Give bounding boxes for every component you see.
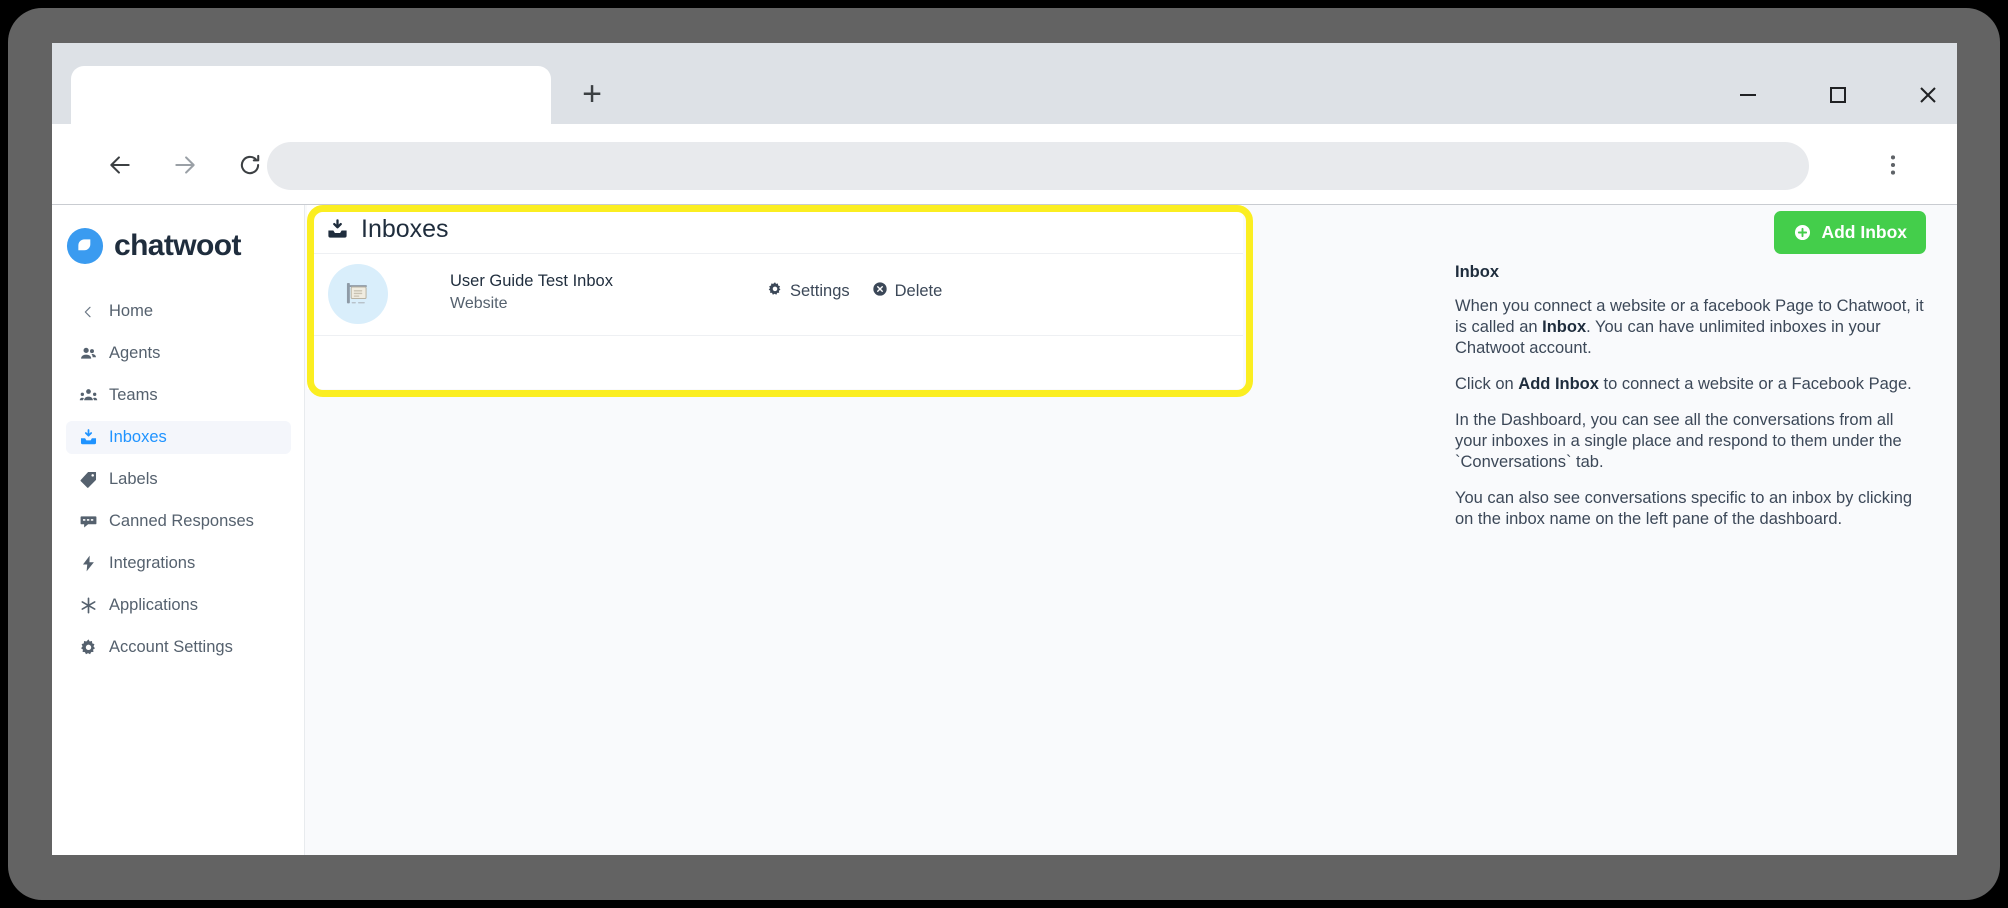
- inbox-settings-label: Settings: [790, 282, 850, 300]
- brand-name: chatwoot: [114, 229, 241, 262]
- sidebar-nav: Home Agents Teams Inboxes Labels Canned …: [52, 295, 305, 673]
- canned-response-icon: [78, 512, 98, 532]
- device-frame: + chatwoot Home Agents Teams Inboxes Lab…: [0, 0, 2008, 908]
- inbox-delete-label: Delete: [894, 282, 943, 300]
- chatwoot-logo-icon: [66, 227, 104, 265]
- table-row[interactable]: User Guide Test Inbox Website Settings D…: [307, 254, 1243, 336]
- sidebar-item-account-settings[interactable]: Account Settings: [66, 631, 291, 664]
- inbox-row-actions: Settings Delete: [767, 281, 942, 302]
- sidebar-item-applications[interactable]: Applications: [66, 589, 291, 622]
- add-inbox-label: Add Inbox: [1821, 222, 1907, 242]
- help-paragraph: Click on Add Inbox to connect a website …: [1455, 375, 1912, 393]
- kebab-menu-icon: [1890, 155, 1896, 175]
- inbox-tray-icon: [78, 428, 98, 448]
- browser-menu-button[interactable]: [1870, 142, 1916, 188]
- sidebar-item-inboxes[interactable]: Inboxes: [66, 421, 291, 454]
- inbox-tray-icon: [325, 217, 349, 241]
- delete-circle-icon: [872, 281, 888, 302]
- reload-icon: [240, 154, 260, 175]
- sidebar-item-teams[interactable]: Teams: [66, 379, 291, 412]
- browser-window: + chatwoot Home Agents Teams Inboxes Lab…: [52, 43, 1957, 855]
- back-arrow-icon: [110, 156, 130, 174]
- sidebar-item-agents[interactable]: Agents: [66, 337, 291, 370]
- forward-button[interactable]: [162, 142, 208, 188]
- help-panel: Inbox When you connect a website or a fa…: [1455, 263, 1925, 545]
- brand-logo-area[interactable]: chatwoot: [66, 227, 241, 265]
- gear-icon: [78, 638, 98, 658]
- sidebar-item-label: Teams: [109, 386, 158, 404]
- help-paragraph: In the Dashboard, you can see all the co…: [1455, 411, 1902, 471]
- main-content: Add Inbox Inboxes User Guide Test Inbox …: [305, 205, 1957, 855]
- close-icon: [1920, 87, 1936, 103]
- inbox-panel-footer: [307, 336, 1243, 389]
- sidebar-item-label: Account Settings: [109, 638, 233, 656]
- app-sidebar: chatwoot Home Agents Teams Inboxes Label…: [52, 205, 305, 855]
- label-tag-icon: [78, 470, 98, 490]
- sidebar-item-label: Integrations: [109, 554, 196, 572]
- window-maximize-button[interactable]: [1810, 70, 1866, 118]
- help-panel-title: Inbox: [1455, 263, 1499, 281]
- back-button[interactable]: [97, 142, 143, 188]
- sidebar-item-label: Labels: [109, 470, 158, 488]
- inbox-channel-type: Website: [450, 295, 508, 312]
- browser-tab-strip: +: [52, 43, 1957, 124]
- gear-icon: [767, 281, 783, 302]
- asterisk-icon: [78, 596, 98, 616]
- sidebar-item-label: Inboxes: [109, 428, 167, 446]
- sidebar-item-canned-responses[interactable]: Canned Responses: [66, 505, 291, 538]
- browser-tab[interactable]: [71, 66, 551, 124]
- inbox-settings-button[interactable]: Settings: [767, 281, 850, 302]
- forward-arrow-icon: [175, 156, 195, 174]
- window-minimize-button[interactable]: [1720, 70, 1776, 118]
- page-viewport: chatwoot Home Agents Teams Inboxes Label…: [52, 205, 1957, 855]
- teams-icon: [78, 386, 98, 406]
- sidebar-item-label: Home: [109, 302, 154, 320]
- sidebar-item-integrations[interactable]: Integrations: [66, 547, 291, 580]
- help-paragraph: You can also see conversations specific …: [1455, 489, 1913, 528]
- inbox-delete-button[interactable]: Delete: [872, 281, 943, 302]
- plus-circle-icon: [1795, 224, 1811, 241]
- sidebar-item-label: Agents: [109, 344, 161, 362]
- add-inbox-button[interactable]: Add Inbox: [1774, 211, 1926, 254]
- sidebar-item-label: Canned Responses: [109, 512, 254, 530]
- inbox-list-panel: Inboxes User Guide Test Inbox Website Se…: [307, 205, 1253, 397]
- sidebar-item-home[interactable]: Home: [66, 295, 291, 328]
- sidebar-item-label: Applications: [109, 596, 198, 614]
- browser-toolbar: [52, 124, 1957, 205]
- inbox-panel-header: Inboxes: [307, 205, 1243, 254]
- chevron-left-icon: [78, 302, 98, 322]
- lightning-bolt-icon: [78, 554, 98, 574]
- inbox-name-block: User Guide Test Inbox Website: [450, 272, 613, 313]
- page-title: Inboxes: [361, 214, 449, 243]
- sidebar-item-labels[interactable]: Labels: [66, 463, 291, 496]
- agents-icon: [78, 344, 98, 364]
- inbox-name: User Guide Test Inbox: [450, 272, 613, 290]
- address-bar-input[interactable]: [267, 142, 1809, 190]
- help-paragraph: When you connect a website or a facebook…: [1455, 297, 1924, 357]
- minimize-icon: [1740, 94, 1756, 96]
- maximize-icon: [1830, 87, 1846, 103]
- website-signboard-icon: [328, 264, 388, 324]
- window-close-button[interactable]: [1900, 70, 1956, 118]
- new-tab-button[interactable]: +: [571, 74, 613, 116]
